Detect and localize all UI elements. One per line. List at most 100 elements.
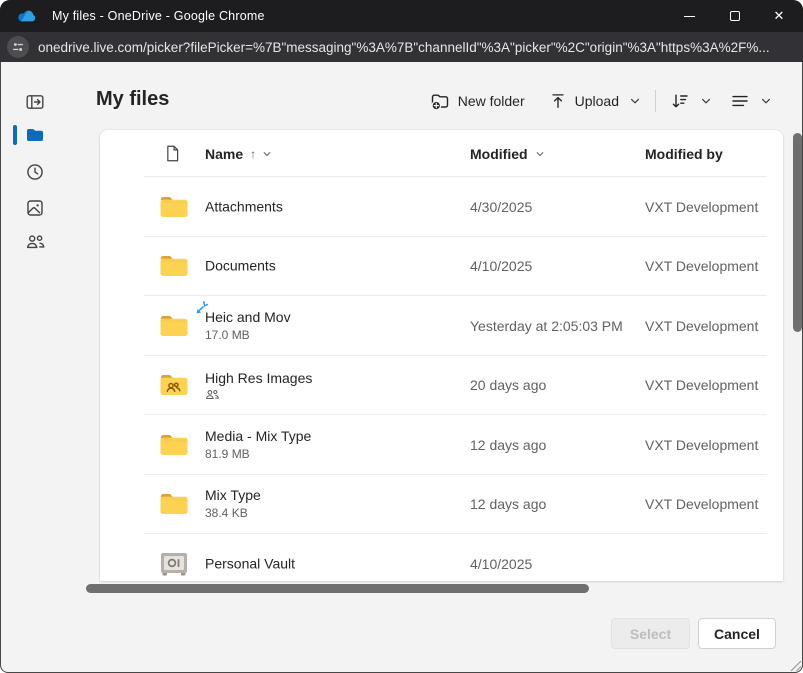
file-name: Documents [205,257,276,276]
file-modified: 20 days ago [470,377,546,393]
close-button[interactable]: ✕ [757,0,801,32]
table-row[interactable]: Media - Mix Type 81.9 MB 12 days ago VXT… [100,415,783,475]
url-text[interactable]: onedrive.live.com/picker?filePicker=%7B"… [38,32,788,62]
folder-icon [159,492,189,516]
file-modified-by: VXT Development [645,377,758,393]
chevron-down-icon [760,95,772,107]
folder-icon [159,254,189,278]
file-name: Attachments [205,197,283,216]
table-row[interactable]: Attachments 4/30/2025 VXT Development [100,177,783,237]
resize-handle[interactable] [788,658,802,672]
image-icon [25,198,45,218]
file-name: Personal Vault [205,554,295,573]
maximize-button[interactable] [713,0,757,32]
file-modified-by: VXT Development [645,199,758,215]
file-type-column-icon [164,130,181,177]
title-bar: My files - OneDrive - Google Chrome ✕ [0,0,803,32]
vertical-scrollbar[interactable] [793,133,802,332]
folder-icon [159,195,189,219]
table-row[interactable]: Mix Type 38.4 KB 12 days ago VXT Develop… [100,475,783,535]
panel-open-icon [25,92,45,112]
folder-icon [159,433,189,457]
sidebar-item-toggle-pane[interactable] [17,84,53,120]
vault-icon [159,551,189,577]
click-cursor-icon [192,300,209,317]
upload-button[interactable]: Upload [549,92,641,110]
select-button[interactable]: Select [611,618,690,649]
file-modified: 4/10/2025 [470,556,532,572]
chevron-down-icon [700,95,712,107]
folder-icon [159,253,189,279]
file-modified-by: VXT Development [645,437,758,453]
file-subtitle: 38.4 KB [205,505,261,522]
window-title: My files - OneDrive - Google Chrome [52,0,265,32]
sidebar-item-shared[interactable] [17,224,53,260]
chevron-down-icon [262,149,272,159]
new-folder-label: New folder [458,93,525,109]
column-header-modified[interactable]: Modified [470,130,545,177]
file-subtitle [205,388,312,401]
column-header-modified-by[interactable]: Modified by [645,130,723,177]
file-subtitle: 81.9 MB [205,446,311,463]
chevron-down-icon [535,149,545,159]
minimize-icon [684,16,695,17]
shared-folder-icon [159,373,189,397]
clock-icon [25,162,45,182]
column-header-name[interactable]: Name ↑ [205,130,272,177]
folder-icon [159,194,189,220]
cancel-button[interactable]: Cancel [698,618,776,649]
site-info-button[interactable] [7,36,29,58]
vault-icon [159,551,189,577]
table-row[interactable]: High Res Images 20 days ago VXT Developm… [100,356,783,416]
folder-icon [159,314,189,338]
sort-button[interactable] [670,91,712,111]
selected-nav-indicator [13,125,17,145]
sort-ascending-icon: ↑ [250,147,256,161]
table-row[interactable]: Heic and Mov 17.0 MB Yesterday at 2:05:0… [100,296,783,356]
view-options-button[interactable] [730,91,772,111]
folder-shared-icon [159,372,189,398]
upload-label: Upload [575,93,619,109]
tune-icon [11,40,25,54]
table-row[interactable]: Documents 4/10/2025 VXT Development [100,237,783,297]
file-list: Attachments 4/30/2025 VXT Development [100,177,783,581]
file-name: Mix Type [205,486,261,505]
file-name: High Res Images [205,369,312,388]
file-modified-by: VXT Development [645,496,758,512]
browser-window: My files - OneDrive - Google Chrome ✕ on… [0,0,803,673]
toolbar-divider [655,90,656,112]
folder-icon [159,313,189,339]
file-modified: Yesterday at 2:05:03 PM [470,318,623,334]
folder-icon [25,125,45,145]
new-folder-button[interactable]: New folder [430,91,525,111]
file-subtitle: 17.0 MB [205,327,291,344]
chevron-down-icon [629,95,641,107]
file-name: Media - Mix Type [205,427,311,446]
file-name: Heic and Mov [205,308,291,327]
sidebar-item-my-files[interactable] [17,117,53,153]
maximize-icon [730,11,740,21]
file-modified: 12 days ago [470,496,546,512]
minimize-button[interactable] [667,0,711,32]
view-list-icon [730,91,750,111]
people-icon [25,232,45,252]
file-modified: 4/10/2025 [470,258,532,274]
close-icon: ✕ [774,8,785,24]
files-panel: Name ↑ Modified Modified by [100,130,783,581]
sidebar-item-photos[interactable] [17,190,53,226]
folder-icon [159,491,189,517]
folder-add-icon [430,91,450,111]
shared-with-people-icon [205,388,219,401]
sidebar-item-recent[interactable] [17,154,53,190]
horizontal-scrollbar[interactable] [86,584,589,593]
page-title: My files [96,88,169,111]
file-modified-by: VXT Development [645,258,758,274]
folder-icon [159,432,189,458]
onedrive-cloud-icon [17,8,37,24]
upload-arrow-icon [549,92,567,110]
file-modified: 12 days ago [470,437,546,453]
sort-icon [670,91,690,111]
file-modified-by: VXT Development [645,318,758,334]
table-row[interactable]: Personal Vault 4/10/2025 [100,534,783,581]
command-bar: New folder Upload [430,86,772,116]
